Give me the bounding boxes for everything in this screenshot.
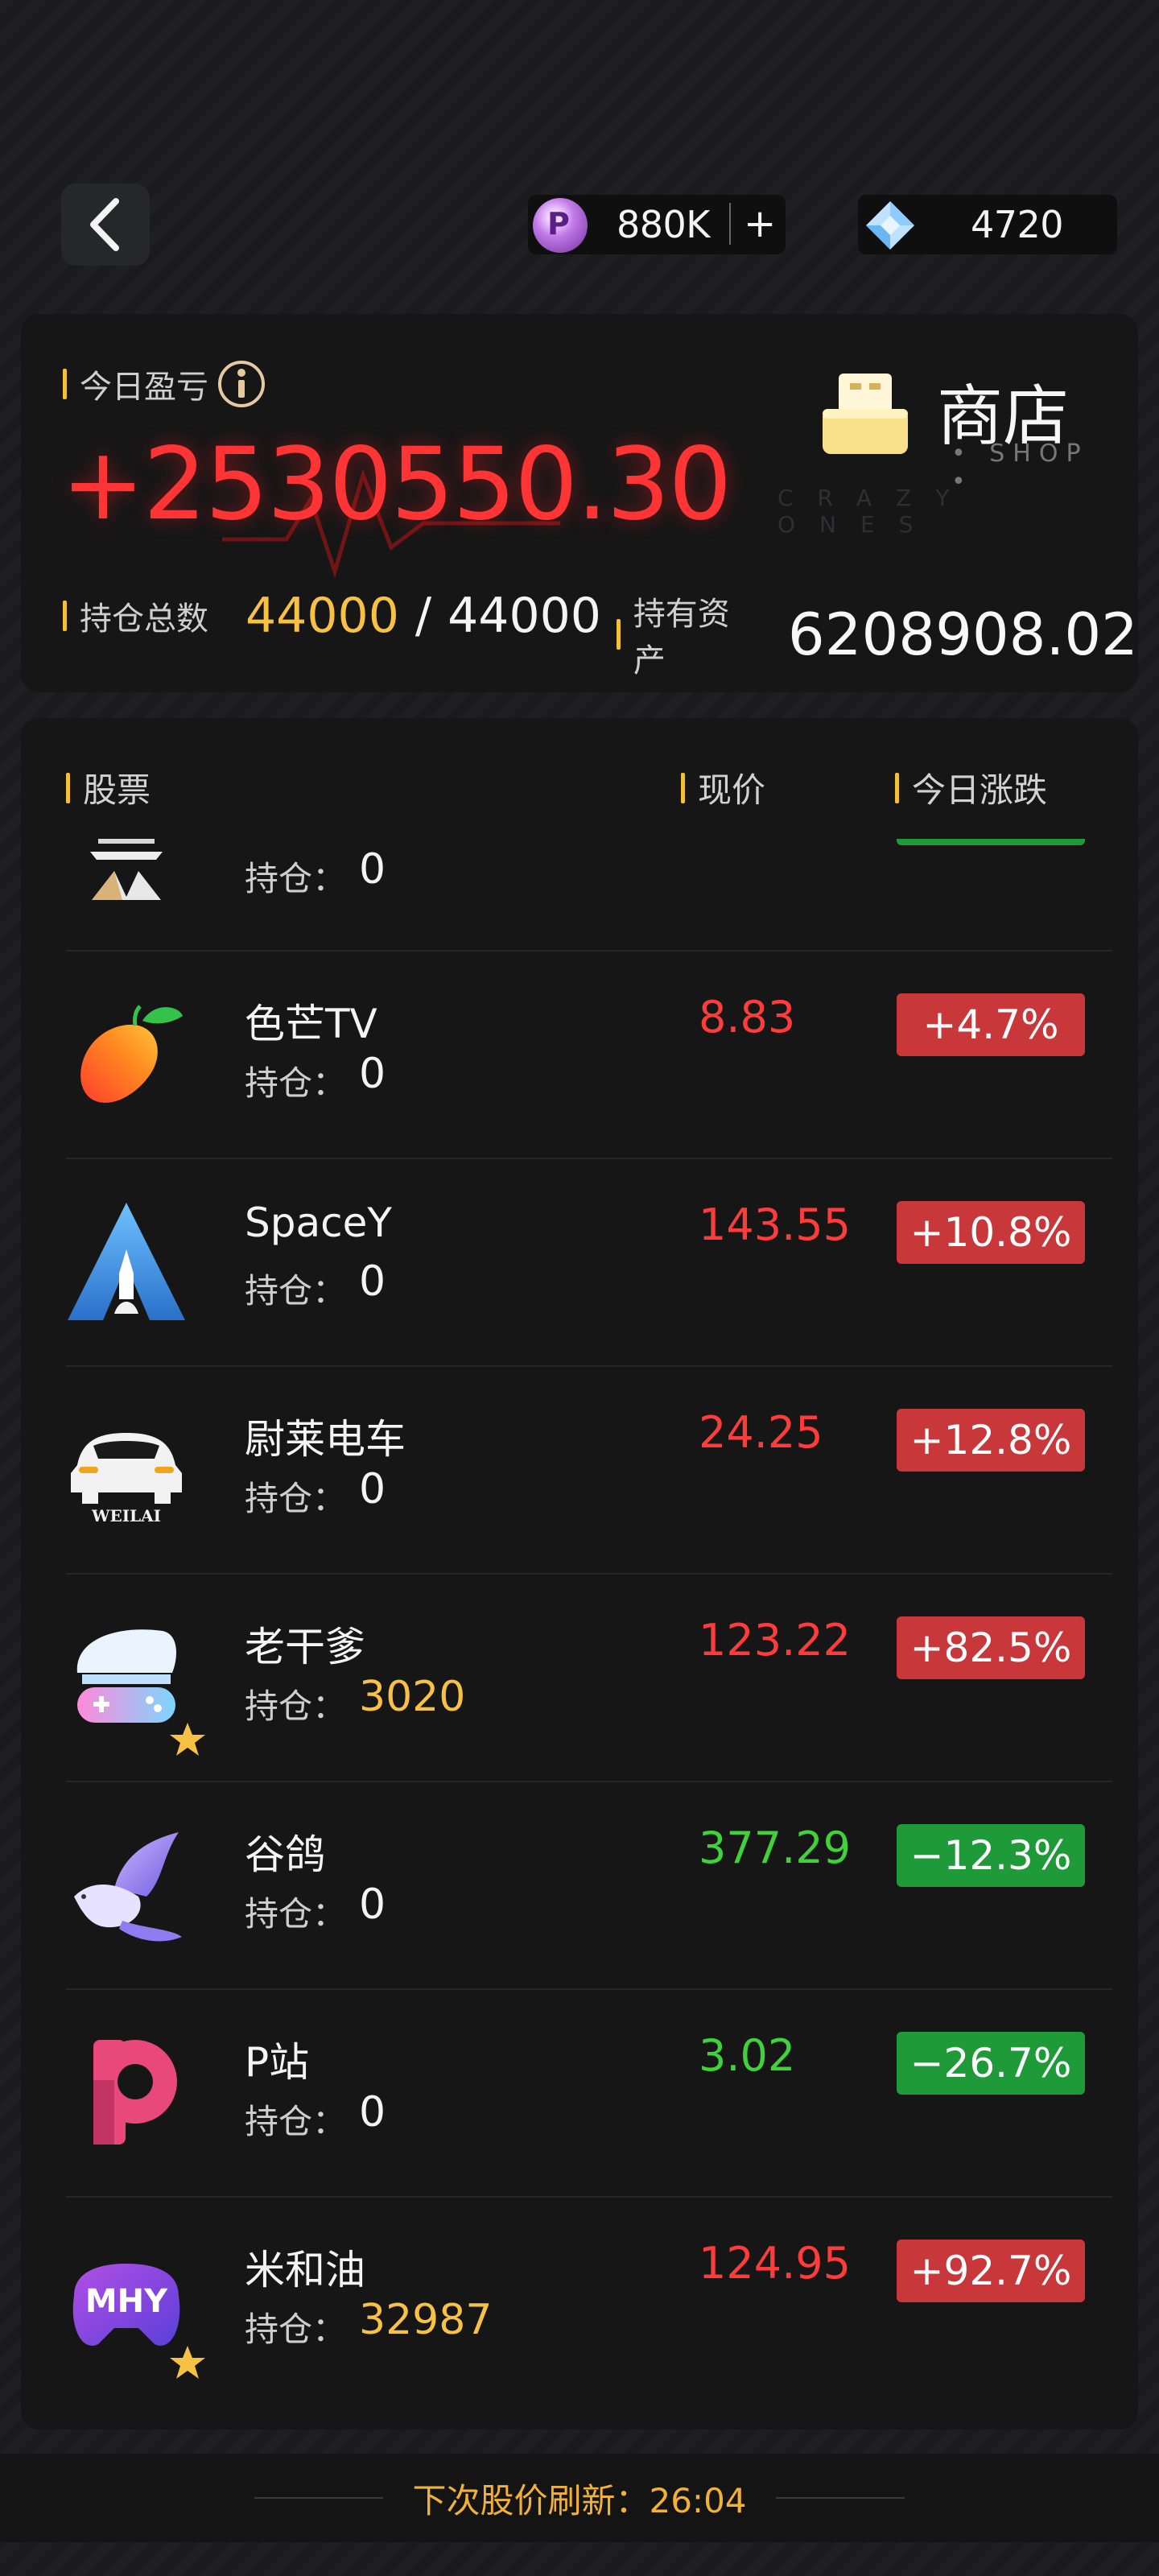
accent-bar [681, 772, 685, 803]
accent-bar [895, 772, 899, 803]
change-badge: +4.7% [897, 993, 1085, 1056]
stock-price: 123.22 [699, 1615, 851, 1666]
star-icon [170, 2346, 205, 2379]
mhy-logo-text: MHY [85, 2283, 168, 2320]
stock-row[interactable]: SpaceY 持仓： 0 143.55 +10.8% [66, 1158, 1112, 1367]
stock-price: 124.95 [699, 2238, 851, 2289]
stock-price: 143.55 [699, 1199, 851, 1250]
car-logo-text: WEILAI [91, 1506, 161, 1525]
dove-icon [74, 1832, 182, 1942]
divider [254, 2497, 384, 2499]
chevron-left-icon [90, 198, 119, 251]
gamepad-hair-icon [76, 1629, 176, 1723]
holdings-label: 持仓总数 [80, 601, 208, 638]
hold-label: 持仓： [245, 859, 347, 898]
holdings-summary: 持仓总数 44000 / 44000 [63, 588, 601, 644]
today-pl-label: 今日盈亏 [80, 369, 208, 406]
coin-icon: P [533, 198, 588, 253]
hold-label: 持仓： [245, 2310, 347, 2349]
divider [775, 2497, 905, 2499]
stock-row[interactable]: P站 持仓： 0 3.02 −26.7% [66, 1988, 1112, 2198]
gem-balance: 4720 [858, 195, 1117, 254]
hold-value: 0 [359, 1465, 386, 1513]
hold-label: 持仓： [245, 2102, 347, 2141]
diamond-icon [866, 201, 914, 250]
header-change: 今日涨跌 [895, 763, 1047, 812]
holdings-used: 44000 [245, 588, 399, 644]
change-badge: −12.3% [897, 1824, 1085, 1887]
car-icon: WEILAI [71, 1433, 182, 1525]
stock-row[interactable]: WEILAI 尉莱电车 持仓： 0 24.25 +12.8% [66, 1365, 1112, 1575]
rocket-icon [68, 1203, 185, 1320]
agent-icon [90, 839, 163, 900]
accent-bar [617, 619, 621, 650]
accent-bar [63, 369, 67, 399]
change-badge-partial [897, 839, 1085, 845]
holdings-total: 44000 [448, 588, 601, 644]
change-badge: +10.8% [897, 1201, 1085, 1264]
header-price: 现价 [681, 763, 765, 812]
stock-price: 8.83 [699, 992, 796, 1042]
coin-balance: P 880K + [528, 195, 786, 254]
hold-value: 0 [359, 2088, 386, 2136]
stock-name: 老干爹 [245, 1624, 365, 1670]
header-stock: 股票 [66, 763, 151, 812]
stock-list: 股票 现价 今日涨跌 持仓： 0 色芒TV 持仓： 0 8.83 +4.7% S… [21, 718, 1138, 2429]
stock-price: 377.29 [699, 1823, 851, 1873]
stock-name: 色芒TV [245, 1001, 377, 1047]
hold-label: 持仓： [245, 1063, 347, 1103]
stock-price: 3.02 [699, 2030, 796, 2081]
back-button[interactable] [61, 184, 150, 266]
hold-value: 0 [359, 1050, 386, 1098]
mango-icon [80, 1005, 183, 1103]
refresh-countdown: 下次股价刷新：26:04 [412, 2480, 747, 2520]
hold-value: 0 [359, 845, 386, 894]
accent-bar [66, 772, 70, 803]
assets-summary: 持有资产 6208908.02 [617, 588, 1138, 681]
change-badge: −26.7% [897, 2032, 1085, 2095]
stock-row[interactable]: 老干爹 持仓： 3020 123.22 +82.5% [66, 1573, 1112, 1782]
change-badge: +92.7% [897, 2240, 1085, 2302]
hold-label: 持仓： [245, 1894, 347, 1934]
assets-value: 6208908.02 [787, 601, 1138, 668]
hold-label: 持仓： [245, 1479, 347, 1518]
gem-value: 4720 [971, 203, 1064, 246]
refresh-footer: 下次股价刷新：26:04 [0, 2454, 1159, 2542]
stock-name: 米和油 [245, 2247, 365, 2293]
shop-subtitle: • SHOP • [951, 440, 1089, 496]
hold-value: 3020 [359, 1673, 466, 1721]
stock-name: 谷鸽 [245, 1831, 325, 1878]
coin-value: 880K [617, 203, 710, 246]
shop-button[interactable]: 商店 • SHOP • [818, 362, 1107, 496]
stock-price: 24.25 [699, 1407, 823, 1458]
info-icon[interactable] [217, 359, 266, 409]
stock-name: 尉莱电车 [245, 1416, 406, 1463]
hold-value: 32987 [359, 2296, 493, 2344]
hold-value: 0 [359, 1880, 386, 1929]
stock-row[interactable]: MHY 米和油 持仓： 32987 124.95 +92.7% [66, 2196, 1112, 2404]
hold-value: 0 [359, 1257, 386, 1306]
add-coins-button[interactable]: + [729, 203, 776, 245]
today-pl-value: +2530550.30 [61, 427, 732, 543]
assets-label: 持有资产 [633, 596, 730, 679]
change-badge: +12.8% [897, 1409, 1085, 1472]
holdings-separator: / [415, 588, 432, 644]
today-pl-header: 今日盈亏 [63, 359, 266, 409]
stock-row[interactable]: 色芒TV 持仓： 0 8.83 +4.7% [66, 950, 1112, 1159]
mhy-gamepad-icon: MHY [72, 2264, 180, 2346]
hold-label: 持仓： [245, 1271, 347, 1311]
summary-card: CRAZY ONES 今日盈亏 +2530550.30 持仓总数 44000 /… [21, 314, 1138, 692]
p-logo-icon [93, 2040, 177, 2145]
stock-row[interactable]: 谷鸽 持仓： 0 377.29 −12.3% [66, 1781, 1112, 1990]
stock-name: P站 [245, 2039, 310, 2086]
hold-label: 持仓： [245, 1686, 347, 1726]
stock-name: SpaceY [245, 1199, 392, 1246]
change-badge: +82.5% [897, 1616, 1085, 1679]
shop-icon [823, 374, 908, 454]
stock-row-partial[interactable]: 持仓： 0 [66, 839, 1112, 952]
accent-bar [63, 601, 67, 631]
star-icon [170, 1723, 205, 1756]
